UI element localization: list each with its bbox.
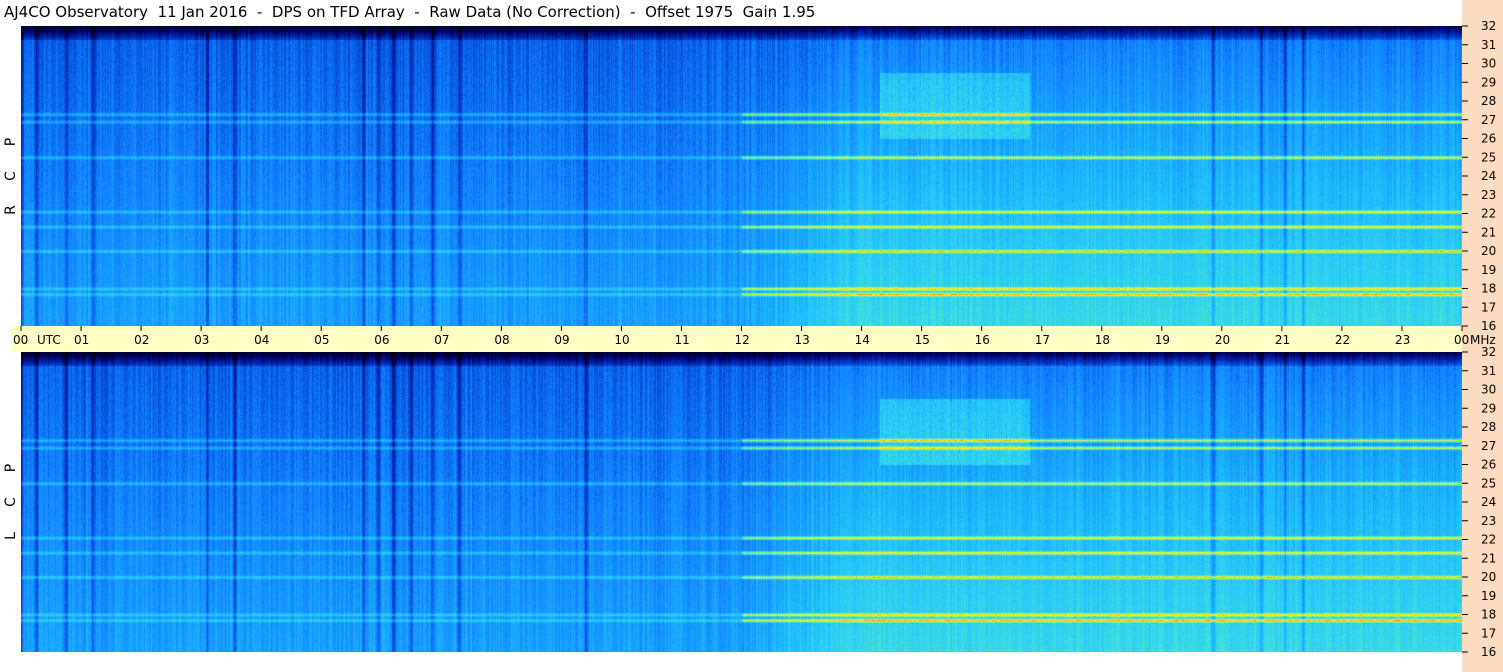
lcp-freq-tick-label-28: 28 [1481, 420, 1496, 434]
lcp-freq-tick-label-16: 16 [1481, 645, 1496, 659]
lcp-freq-tick-label-22: 22 [1481, 533, 1496, 547]
lcp-freq-tick-label-31: 31 [1481, 364, 1496, 378]
rcp-freq-tick-label-19: 19 [1481, 263, 1496, 277]
utc-tick-label-5: 05 [314, 333, 329, 347]
rcp-freq-tick-label-20: 20 [1481, 244, 1496, 258]
lcp-freq-tick-label-17: 17 [1481, 626, 1496, 640]
rcp-freq-tick-label-32: 32 [1481, 19, 1496, 33]
utc-tick-label-9: 09 [554, 333, 569, 347]
rcp-freq-tick-label-29: 29 [1481, 75, 1496, 89]
utc-tick-label-17: 17 [1035, 333, 1050, 347]
lcp-freq-tick-label-26: 26 [1481, 458, 1496, 472]
utc-tick-label-21: 21 [1275, 333, 1290, 347]
utc-tick-label-6: 06 [374, 333, 389, 347]
frequency-ticks-rcp: 32 31 30 29 28 27 26 25 24 23 22 21 20 19 18 17 16 [1462, 19, 1496, 333]
lcp-freq-tick-label-29: 29 [1481, 401, 1496, 415]
lcp-freq-tick-label-32: 32 [1481, 345, 1496, 359]
utc-tick-label-11: 11 [674, 333, 689, 347]
utc-tick-label-22: 22 [1335, 333, 1350, 347]
rcp-freq-tick-label-27: 27 [1481, 113, 1496, 127]
lcp-freq-tick-label-25: 25 [1481, 476, 1496, 490]
utc-tick-label-8: 08 [494, 333, 509, 347]
rcp-freq-tick-label-21: 21 [1481, 225, 1496, 239]
utc-tick-label-23: 23 [1395, 333, 1410, 347]
rcp-freq-tick-label-18: 18 [1481, 282, 1496, 296]
lcp-freq-tick-label-27: 27 [1481, 439, 1496, 453]
lcp-freq-tick-label-20: 20 [1481, 570, 1496, 584]
rcp-freq-tick-label-26: 26 [1481, 132, 1496, 146]
rcp-freq-tick-label-17: 17 [1481, 300, 1496, 314]
utc-tick-label-14: 14 [855, 333, 870, 347]
chart-axes-overlay: 3231302928272625242322212019181716 32313… [13, 19, 1496, 659]
utc-tick-label-18: 18 [1095, 333, 1110, 347]
utc-tick-label-16: 16 [975, 333, 990, 347]
utc-tick-label-7: 07 [434, 333, 449, 347]
mhz-axis-label: MHz [1470, 333, 1496, 347]
rcp-freq-tick-label-31: 31 [1481, 38, 1496, 52]
utc-tick-label-2: 02 [134, 333, 149, 347]
lcp-freq-tick-label-18: 18 [1481, 608, 1496, 622]
utc-ticks: MHz00 01 02 03 04 05 06 07 08 09 10 11 12 13 14 15 16 17 1… [13, 326, 1496, 347]
utc-tick-label-12: 12 [735, 333, 750, 347]
utc-tick-label-24: 00 [1454, 333, 1469, 347]
rcp-freq-tick-label-30: 30 [1481, 57, 1496, 71]
rcp-freq-tick-label-28: 28 [1481, 94, 1496, 108]
utc-tick-label-20: 20 [1215, 333, 1230, 347]
rcp-freq-tick-label-23: 23 [1481, 188, 1496, 202]
utc-axis-label: UTC [37, 333, 61, 347]
utc-tick-label-4: 04 [254, 333, 269, 347]
utc-tick-label-13: 13 [795, 333, 810, 347]
rcp-freq-tick-label-22: 22 [1481, 207, 1496, 221]
utc-tick-label-19: 19 [1155, 333, 1170, 347]
lcp-freq-tick-label-30: 30 [1481, 383, 1496, 397]
lcp-freq-tick-label-24: 24 [1481, 495, 1496, 509]
utc-tick-label-0: 00 [13, 333, 28, 347]
rcp-freq-tick-label-24: 24 [1481, 169, 1496, 183]
utc-tick-label-3: 03 [194, 333, 209, 347]
lcp-freq-tick-label-19: 19 [1481, 589, 1496, 603]
utc-tick-label-10: 10 [614, 333, 629, 347]
frequency-ticks-lcp: 32 31 30 29 28 27 26 25 24 23 22 21 20 19 18 17 16 [1462, 345, 1496, 659]
utc-tick-label-15: 15 [915, 333, 930, 347]
rcp-freq-tick-label-25: 25 [1481, 150, 1496, 164]
lcp-freq-tick-label-23: 23 [1481, 514, 1496, 528]
lcp-freq-tick-label-21: 21 [1481, 551, 1496, 565]
utc-tick-label-1: 01 [74, 333, 89, 347]
rcp-freq-tick-label-16: 16 [1481, 319, 1496, 333]
